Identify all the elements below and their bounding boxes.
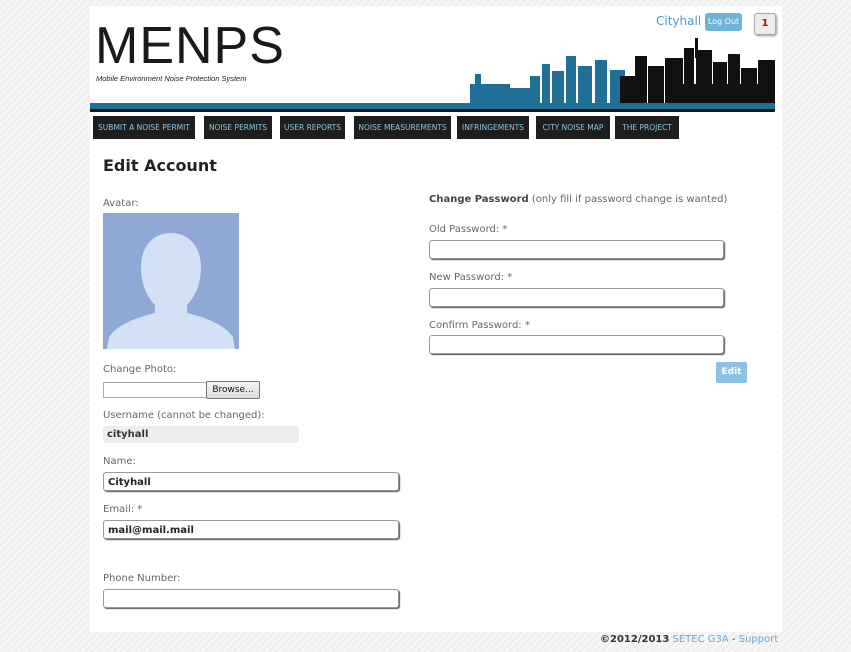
footer-copyright: ©2012/2013: [600, 634, 670, 645]
browse-button[interactable]: Browse...: [206, 381, 260, 399]
new-password-label: New Password: *: [429, 272, 513, 283]
change-password-heading: Change Password (only fill if password c…: [429, 194, 727, 205]
page-container: MENPS Mobile Environment Noise Protectio…: [90, 6, 782, 632]
footer-support-link[interactable]: Support: [739, 634, 779, 645]
name-input[interactable]: Cityhall: [103, 472, 399, 491]
avatar-image: [103, 213, 239, 349]
change-photo-label: Change Photo:: [103, 364, 177, 375]
nav-city-noise-map[interactable]: CITY NOISE MAP: [536, 116, 610, 139]
photo-file-path-field[interactable]: [103, 382, 207, 398]
confirm-password-label: Confirm Password: *: [429, 320, 530, 331]
nav-submit-noise-permit[interactable]: SUBMIT A NOISE PERMIT: [93, 116, 195, 139]
change-password-note: (only fill if password change is wanted): [531, 194, 728, 205]
footer: ©2012/2013 SETEC G3A - Support: [600, 634, 778, 645]
nav-the-project[interactable]: THE PROJECT: [615, 116, 679, 139]
confirm-password-input[interactable]: [429, 335, 724, 354]
city-skyline-image: [470, 38, 775, 106]
notification-badge[interactable]: 1: [754, 13, 776, 35]
site-subtitle: Mobile Environment Noise Protection Syst…: [96, 74, 247, 83]
new-password-input[interactable]: [429, 288, 724, 307]
email-label: Email: *: [103, 504, 143, 515]
old-password-label: Old Password: *: [429, 224, 508, 235]
email-input[interactable]: mail@mail.mail: [103, 520, 399, 539]
username-label: Username (cannot be changed):: [103, 410, 265, 421]
page-title: Edit Account: [103, 156, 217, 175]
person-silhouette-icon: [107, 233, 235, 349]
site-logo[interactable]: MENPS: [95, 20, 285, 72]
footer-org-link[interactable]: SETEC G3A: [673, 634, 729, 645]
username-value: cityhall: [103, 426, 299, 443]
header-divider: [90, 109, 775, 112]
old-password-input[interactable]: [429, 240, 724, 259]
name-label: Name:: [103, 456, 136, 467]
nav-noise-measurements[interactable]: NOISE MEASUREMENTS: [354, 116, 451, 139]
phone-input[interactable]: [103, 589, 399, 608]
footer-separator: -: [731, 634, 736, 645]
nav-noise-permits[interactable]: NOISE PERMITS: [204, 116, 272, 139]
nav-user-reports[interactable]: USER REPORTS: [280, 116, 345, 139]
phone-label: Phone Number:: [103, 573, 181, 584]
edit-button[interactable]: Edit: [716, 362, 747, 383]
avatar-label: Avatar:: [103, 198, 139, 209]
logout-button[interactable]: Log Out: [705, 13, 742, 31]
nav-infringements[interactable]: INFRINGEMENTS: [457, 116, 529, 139]
change-password-title: Change Password: [429, 194, 529, 205]
user-profile-link[interactable]: Cityhall: [656, 14, 701, 28]
